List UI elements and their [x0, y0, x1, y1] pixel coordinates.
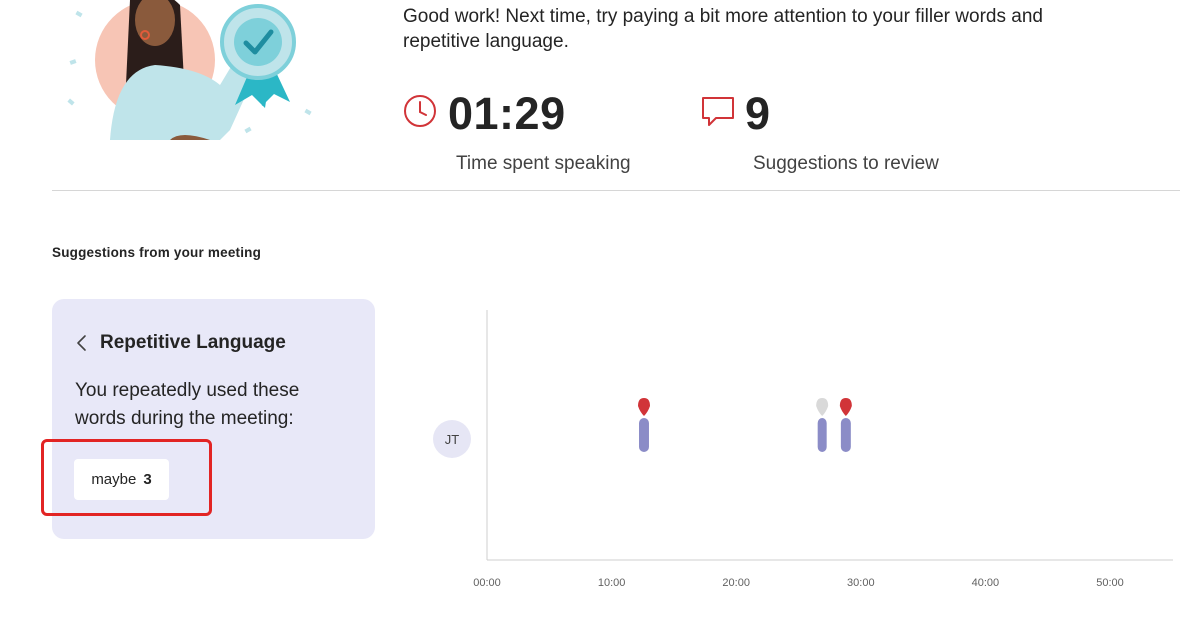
clock-icon — [403, 94, 437, 133]
time-spent-label: Time spent speaking — [456, 153, 631, 174]
chevron-left-icon — [74, 333, 90, 353]
suggestion-marker — [839, 398, 852, 416]
panel-description: You repeatedly used these words during t… — [75, 380, 300, 429]
back-to-suggestions-button[interactable]: Repetitive Language — [74, 332, 286, 354]
suggestion-marker — [816, 398, 829, 416]
speaking-segment — [639, 418, 649, 452]
timeline-tick-label: 20:00 — [722, 577, 750, 589]
timeline-tick-label: 40:00 — [972, 577, 1000, 589]
suggestion-marker — [637, 398, 650, 416]
timeline-tick-label: 30:00 — [847, 577, 875, 589]
feedback-message: Good work! Next time, try paying a bit m… — [403, 6, 1043, 52]
suggestions-label: Suggestions to review — [753, 153, 939, 174]
timeline-tick-label: 10:00 — [598, 577, 626, 589]
panel-title: Repetitive Language — [100, 332, 286, 353]
celebration-illustration — [60, 0, 320, 150]
time-spent-value: 01:29 — [448, 88, 566, 139]
timeline-tick-label: 50:00 — [1096, 577, 1124, 589]
highlight-annotation — [41, 439, 212, 516]
section-title: Suggestions from your meeting — [52, 245, 262, 260]
speaking-segment — [840, 418, 851, 452]
speaking-segment — [817, 418, 827, 452]
meeting-timeline: 00:00 10:00 20:00 30:00 40:00 50:00 — [420, 300, 1180, 610]
speech-bubble-icon — [700, 94, 736, 133]
suggestions-value: 9 — [745, 88, 771, 139]
section-divider — [52, 190, 1180, 191]
timeline-tick-label: 00:00 — [473, 577, 501, 589]
